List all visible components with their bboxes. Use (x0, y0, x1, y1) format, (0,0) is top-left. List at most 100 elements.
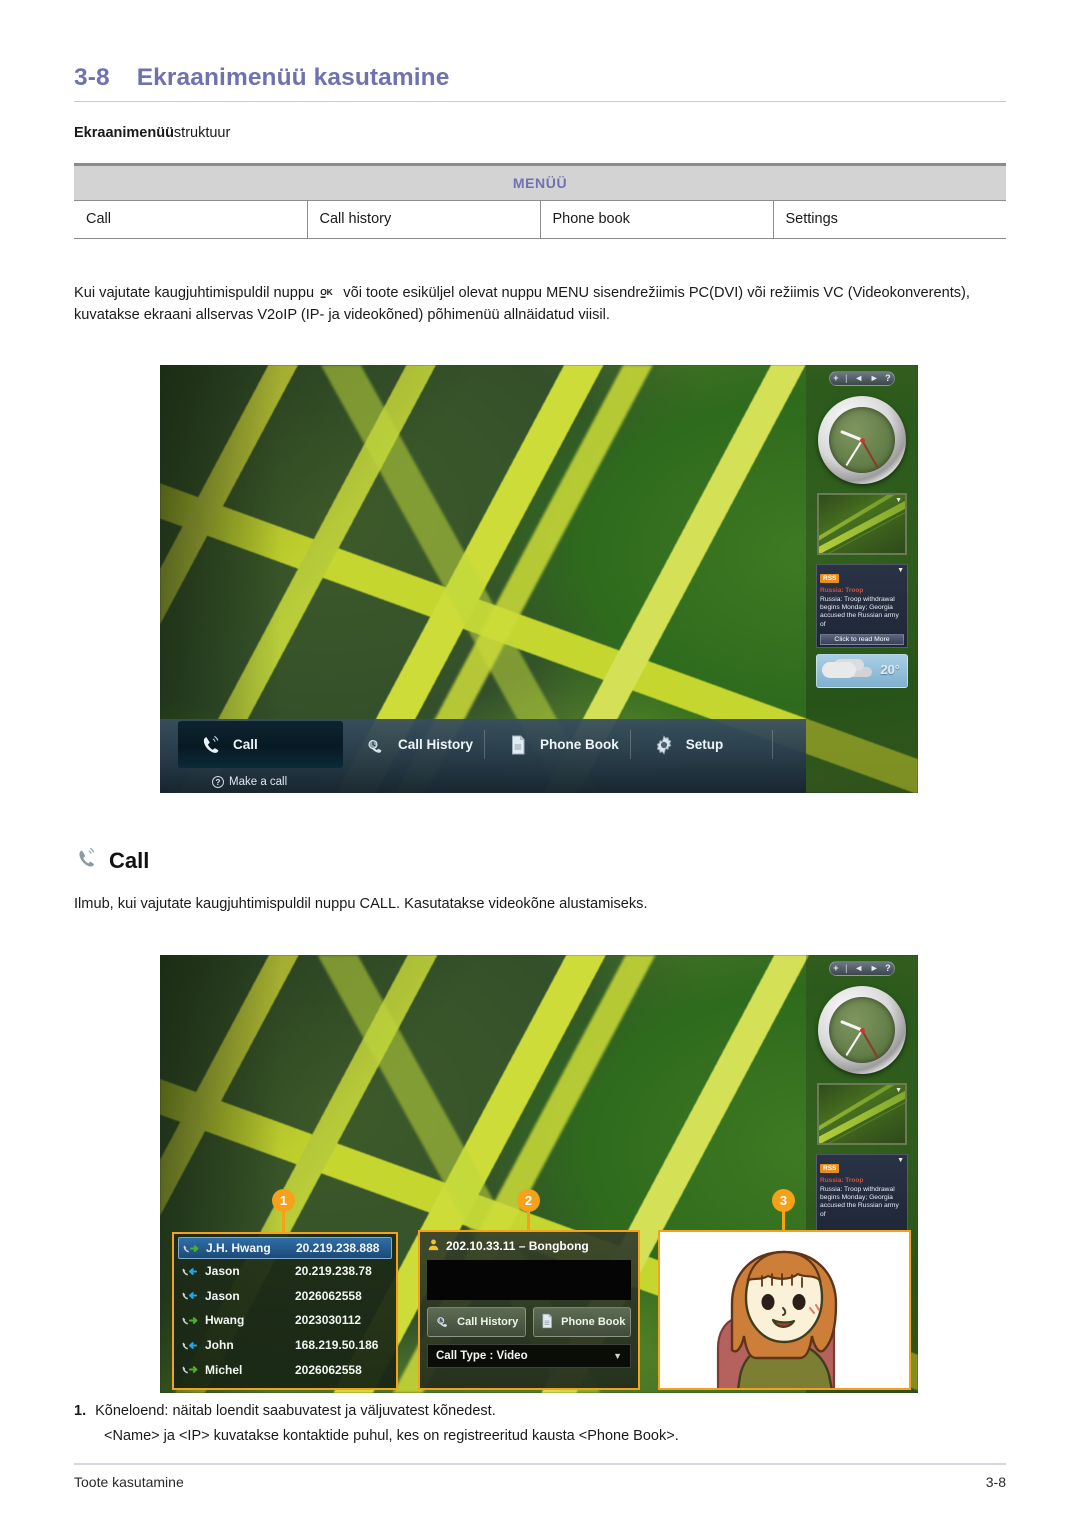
intro-paragraph: Kui vajutate kaugjuhtimispuldil nuppu OK… (74, 282, 1014, 326)
footer-page-number: 3-8 (985, 1474, 1006, 1490)
chevron-down-icon[interactable]: ▼ (897, 1157, 904, 1164)
sidebar-help-icon[interactable]: ? (885, 964, 891, 973)
heading-divider (74, 101, 1006, 102)
numbered-notes: 1. Kõneloend: näitab loendit saabuvatest… (74, 1399, 1014, 1449)
phone-book-button[interactable]: Phone Book (532, 1307, 631, 1337)
dial-panel: 202.10.33.11 – Bongbong Call History Pho… (418, 1230, 640, 1390)
call-type-dropdown[interactable]: Call Type : Video ▼ (427, 1344, 631, 1368)
cloud-icon (822, 662, 856, 678)
outgoing-call-icon (182, 1314, 199, 1327)
note-text-line1: Kõneloend: näitab loendit saabuvatest ja… (95, 1403, 496, 1419)
clock-face (829, 997, 895, 1063)
weather-widget: 20° (816, 654, 908, 688)
call-history-button[interactable]: Call History (427, 1307, 526, 1337)
call-section-paragraph: Ilmub, kui vajutate kaugjuhtimispuldil n… (74, 896, 648, 912)
caller-name: Hwang (205, 1313, 245, 1328)
page-footer: Toote kasutamine 3-8 (74, 1474, 1006, 1490)
caller-name: J.H. Hwang (206, 1241, 271, 1255)
note-item: 1. Kõneloend: näitab loendit saabuvatest… (74, 1399, 1014, 1424)
chevron-down-icon[interactable]: ▼ (895, 497, 902, 504)
sidebar-controls[interactable]: + | ◄ ► ? (829, 371, 895, 386)
cartoon-caller-image (660, 1232, 909, 1388)
slideshow-widget: ▼ (817, 493, 907, 555)
document-page: 3-8 Ekraanimenüü kasutamine Ekraanimenüü… (0, 0, 1080, 1527)
sidebar-prev-icon[interactable]: ◄ (854, 964, 863, 973)
chevron-down-icon[interactable]: ▼ (895, 1087, 902, 1094)
sidebar-next-icon[interactable]: ► (870, 374, 879, 383)
page-heading: 3-8 Ekraanimenüü kasutamine (74, 64, 1006, 102)
callout-badge-2: 2 (517, 1189, 540, 1212)
subheading-rest: struktuur (173, 125, 231, 141)
caller-name: John (205, 1338, 234, 1353)
call-type-label: Call Type : Video (436, 1350, 528, 1362)
help-icon: ? (212, 776, 224, 788)
caller-number: 2023030112 (295, 1313, 362, 1328)
sidebar-add-icon[interactable]: + (833, 964, 838, 973)
menu-hint: ? Make a call (212, 776, 287, 788)
menu-item-call-history[interactable]: Call History (343, 721, 486, 768)
menu-item-phone-book[interactable]: Phone Book (485, 721, 631, 768)
sidebar-prev-icon[interactable]: ◄ (854, 374, 863, 383)
menu-item-label: Call (233, 737, 258, 752)
video-preview-area (427, 1260, 631, 1300)
note-number: 1. (74, 1403, 87, 1419)
sidebar-add-icon[interactable]: + (833, 374, 838, 383)
call-list-panel: J.H. Hwang 20.219.238.888 Jason 20.219.2… (172, 1232, 398, 1390)
contact-label: 202.10.33.11 – Bongbong (446, 1239, 589, 1253)
caller-number: 2026062558 (295, 1288, 362, 1303)
grass-blade-back (819, 495, 905, 544)
caller-name: Jason (205, 1264, 240, 1279)
call-list-item[interactable]: Michel 2026062558 (178, 1357, 392, 1382)
contact-icon (427, 1238, 440, 1254)
chevron-down-icon[interactable]: ▼ (897, 567, 904, 574)
video-call-preview-panel (658, 1230, 911, 1390)
screenshot-main-menu: + | ◄ ► ? ▼ ▼ RSS Russia: Troop Russia: … (160, 365, 918, 793)
gear-icon (651, 732, 677, 758)
incoming-call-icon (182, 1339, 199, 1352)
rss-body-text: Russia: Troop withdrawal begins Monday; … (820, 1186, 899, 1218)
incoming-call-icon (182, 1289, 199, 1302)
page-title: Ekraanimenüü kasutamine (136, 64, 450, 91)
callout-badge-3: 3 (772, 1189, 795, 1212)
outgoing-call-icon (183, 1242, 200, 1255)
sidebar-help-icon[interactable]: ? (885, 374, 891, 383)
clock-minute-hand (845, 1029, 864, 1057)
ok-button-icon: OK ▪▪▪▪ (320, 288, 337, 303)
call-list-item[interactable]: Jason 2026062558 (178, 1284, 392, 1309)
rss-badge: RSS (820, 1164, 840, 1173)
menu-item-setup[interactable]: Setup (631, 721, 773, 768)
button-label: Phone Book (561, 1316, 626, 1328)
call-list-item[interactable]: John 168.219.50.186 (178, 1333, 392, 1358)
caller-name: Jason (205, 1288, 240, 1303)
clock-face (829, 407, 895, 473)
call-list-item[interactable]: Hwang 2023030112 (178, 1308, 392, 1333)
chevron-down-icon[interactable]: ▼ (613, 1351, 622, 1361)
button-label: Call History (457, 1316, 519, 1328)
sidebar-next-icon[interactable]: ► (870, 964, 879, 973)
call-list-item[interactable]: J.H. Hwang 20.219.238.888 (178, 1237, 392, 1259)
rss-headline: Russia: Troop (820, 1177, 864, 1184)
rss-body-text: Russia: Troop withdrawal begins Monday; … (820, 596, 899, 628)
sidebar-separator: | (845, 963, 848, 973)
phone-icon (74, 845, 100, 876)
rss-read-more-button[interactable]: Click to read More (820, 634, 904, 645)
sidebar-controls[interactable]: + | ◄ ► ? (829, 961, 895, 976)
weather-temperature: 20° (880, 662, 900, 677)
call-list-item[interactable]: Jason 20.219.238.78 (178, 1259, 392, 1284)
phone-book-icon (538, 1312, 556, 1333)
phone-icon (198, 732, 224, 758)
grass-blade-front (819, 495, 905, 553)
incoming-call-icon (182, 1265, 199, 1278)
clock-center-pin (859, 437, 865, 443)
phone-book-icon (505, 732, 531, 758)
clock-second-hand (861, 1029, 880, 1059)
menu-item-call[interactable]: Call (178, 721, 343, 768)
call-section-heading: Call (74, 845, 149, 876)
intro-text-before: Kui vajutate kaugjuhtimispuldil nuppu (74, 285, 315, 301)
clock-minute-hand (845, 439, 864, 467)
table-cell-settings: Settings (773, 200, 1006, 239)
footer-left-label: Toote kasutamine (74, 1474, 184, 1490)
menu-structure-table: MENÜÜ Call Call history Phone book Setti… (74, 163, 1006, 239)
heading-number: 3-8 (74, 64, 110, 91)
clock-second-hand (861, 439, 880, 469)
